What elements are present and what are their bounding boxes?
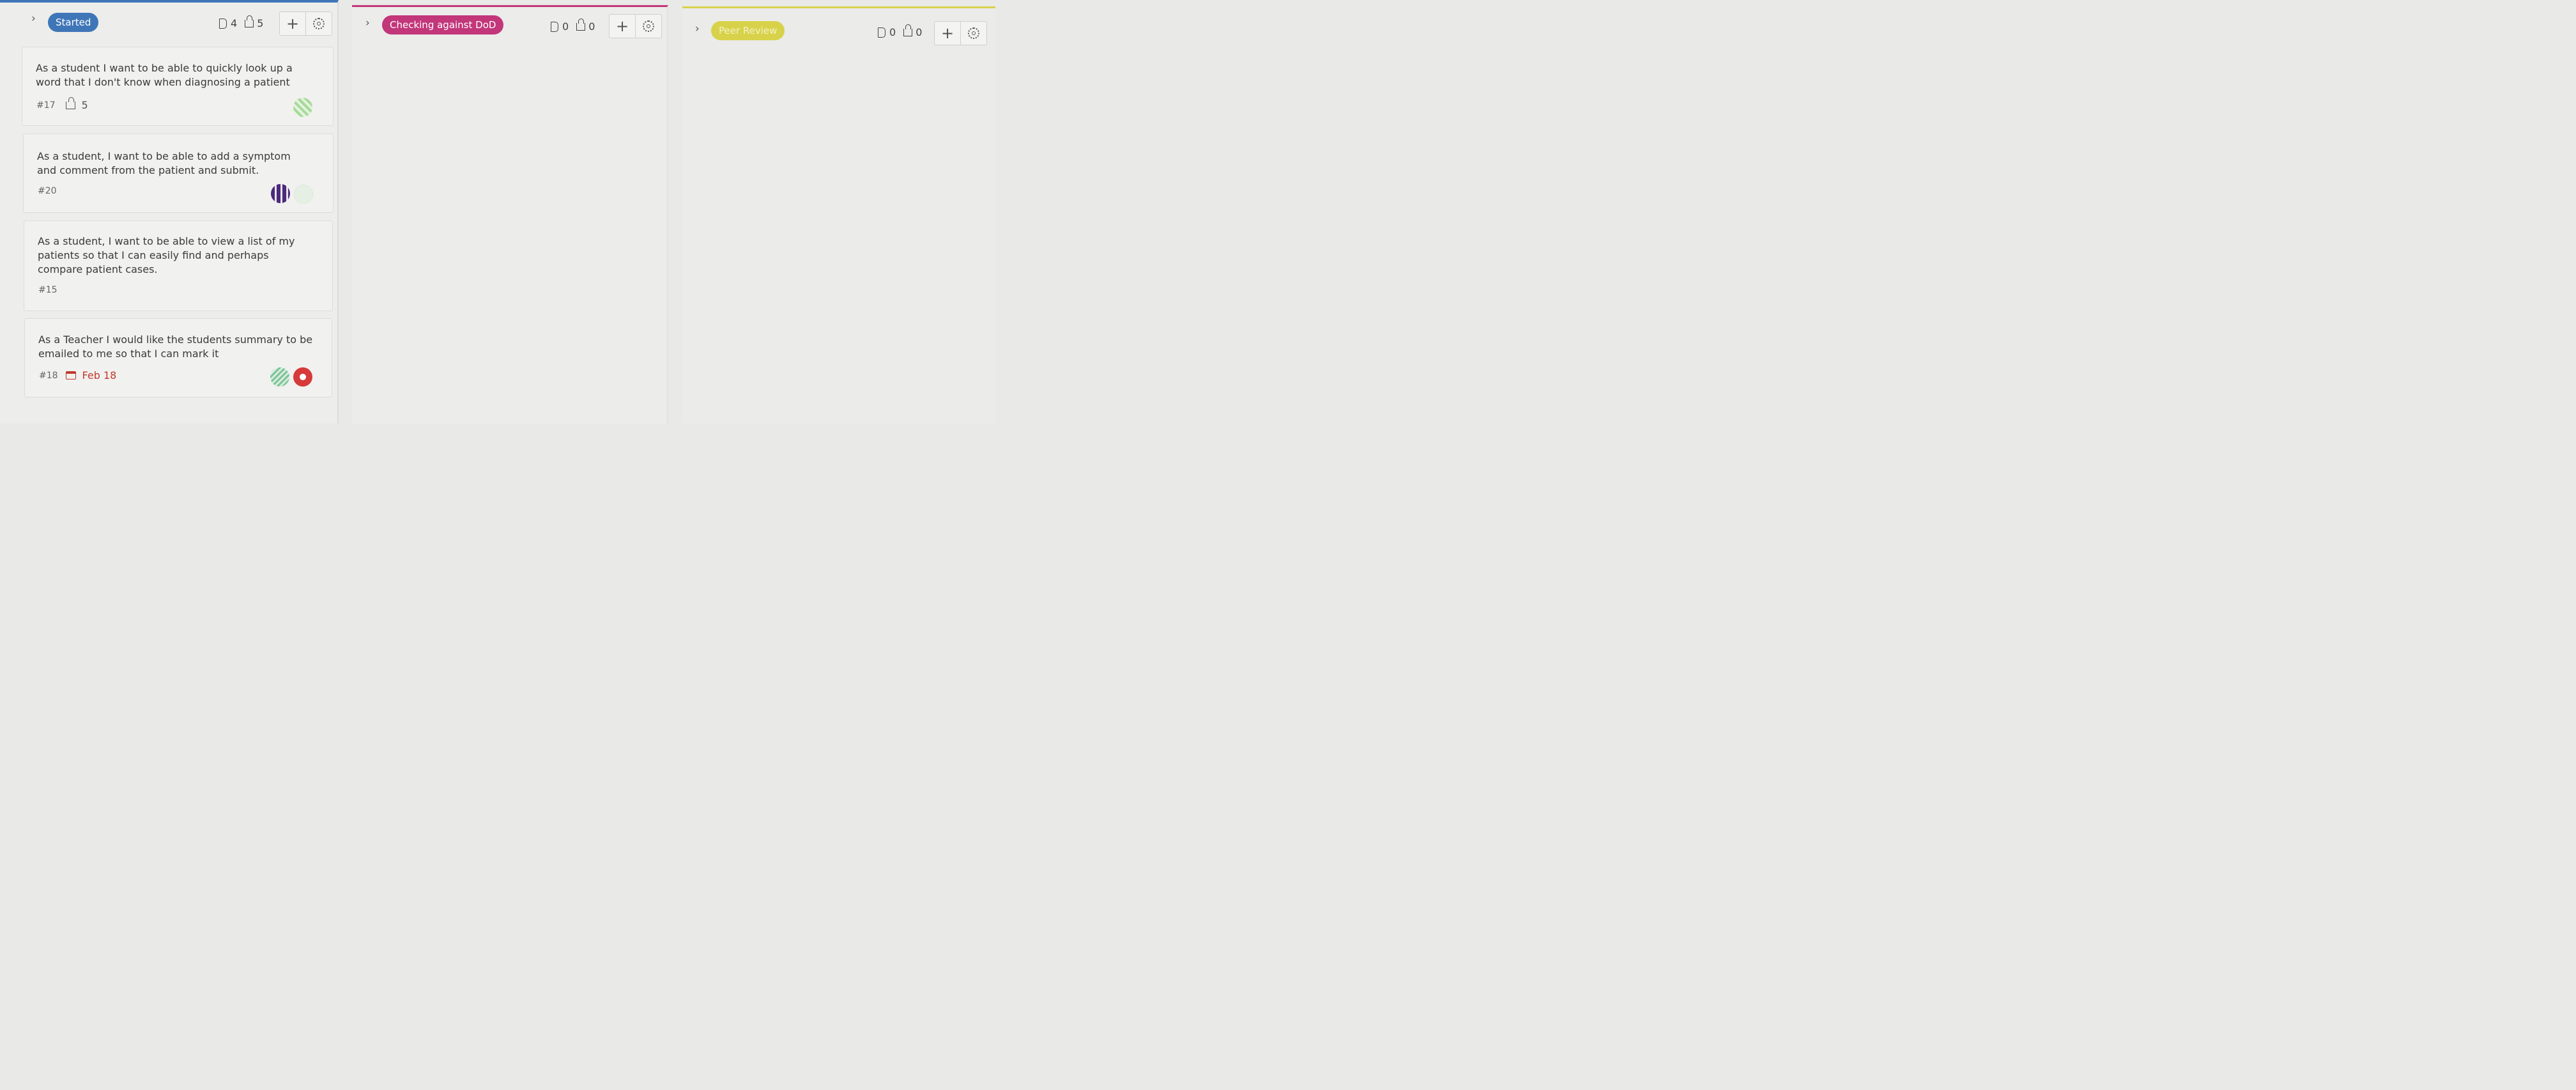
calendar-icon	[65, 371, 76, 380]
column-actions: +	[934, 21, 987, 45]
chevron-right-icon[interactable]: ›	[365, 17, 370, 29]
card-title[interactable]: As a Teacher I would like the students s…	[38, 333, 312, 361]
add-issue-button[interactable]: +	[935, 22, 960, 45]
card-meta: #17 5	[36, 96, 88, 111]
card-title-line: and comment from the patient and submit.	[37, 164, 259, 176]
gear-icon	[968, 27, 979, 39]
column-header: › Peer Review 0 0 +	[682, 8, 995, 45]
column-header: › Started 4 5 +	[0, 6, 337, 38]
card-meta: #18 Feb 18	[39, 369, 116, 381]
column-header: › Checking against DoD 0 0 +	[352, 7, 667, 39]
column-actions: +	[609, 14, 662, 38]
chevron-right-icon[interactable]: ›	[695, 22, 700, 35]
settings-button[interactable]	[305, 12, 332, 35]
settings-button[interactable]	[635, 15, 661, 38]
column-stats: 0 0	[551, 18, 595, 33]
issue-id: #18	[39, 370, 58, 381]
card-title-line: As a student I want to be able to quickl…	[36, 62, 293, 74]
card-count: 0	[889, 26, 896, 38]
column-started: › Started 4 5 + As a student I want to b…	[0, 0, 339, 424]
card-title[interactable]: As a student, I want to be able to add a…	[37, 150, 291, 178]
card-title[interactable]: As a student I want to be able to quickl…	[36, 61, 293, 89]
weight-icon	[245, 15, 254, 27]
card-title-line: word that I don't know when diagnosing a…	[36, 76, 290, 88]
weight-value: 5	[81, 99, 88, 111]
settings-button[interactable]	[960, 22, 986, 45]
assignee-avatar[interactable]	[294, 185, 313, 204]
status-badge[interactable]: Checking against DoD	[382, 15, 504, 35]
card-title-line: As a Teacher I would like the students s…	[38, 334, 313, 346]
weight-icon	[903, 24, 913, 36]
card-title[interactable]: As a student, I want to be able to view …	[38, 234, 295, 277]
issue-card[interactable]: As a student, I want to be able to add a…	[23, 134, 334, 213]
weight-total: 0	[916, 26, 923, 38]
column-actions: +	[279, 12, 332, 36]
column-stats: 0 0	[878, 24, 923, 38]
column-peer-review: › Peer Review 0 0 +	[682, 6, 995, 424]
assignee-avatar[interactable]	[271, 184, 290, 203]
card-title-line: patients so that I can easily find and p…	[38, 249, 269, 261]
card-meta: #20	[38, 186, 57, 196]
issue-icon	[219, 18, 227, 29]
card-meta: #15	[38, 285, 57, 295]
card-title-line: As a student, I want to be able to view …	[38, 235, 295, 247]
chevron-right-icon[interactable]: ›	[31, 12, 36, 25]
issue-card[interactable]: As a Teacher I would like the students s…	[24, 318, 332, 397]
weight-total: 5	[257, 17, 264, 29]
card-count: 4	[231, 17, 238, 29]
issue-id: #15	[38, 285, 57, 295]
weight-total: 0	[588, 20, 595, 33]
weight-icon	[576, 18, 586, 31]
add-issue-button[interactable]: +	[610, 15, 635, 38]
assignee-avatar[interactable]	[293, 367, 312, 387]
card-title-line: compare patient cases.	[38, 263, 158, 275]
due-date: Feb 18	[82, 369, 117, 381]
gear-icon	[313, 18, 325, 29]
card-title-line: As a student, I want to be able to add a…	[37, 150, 291, 162]
column-checking-against-dod: › Checking against DoD 0 0 +	[352, 5, 668, 424]
board: › Started 4 5 + As a student I want to b…	[0, 0, 1002, 424]
issue-card[interactable]: As a student I want to be able to quickl…	[22, 47, 334, 126]
assignee-avatar[interactable]	[293, 98, 312, 117]
issue-id: #20	[38, 186, 57, 196]
gear-icon	[643, 20, 654, 32]
status-badge[interactable]: Started	[48, 13, 99, 32]
column-stats: 4 5	[219, 15, 264, 29]
issue-icon	[551, 21, 558, 32]
issue-card[interactable]: As a student, I want to be able to view …	[24, 220, 333, 311]
weight-icon	[65, 96, 75, 109]
issue-id: #17	[36, 100, 56, 111]
status-badge[interactable]: Peer Review	[711, 21, 785, 40]
add-issue-button[interactable]: +	[280, 12, 305, 35]
issue-icon	[878, 27, 885, 38]
card-count: 0	[562, 20, 569, 33]
card-title-line: emailed to me so that I can mark it	[38, 348, 219, 360]
assignee-avatar[interactable]	[270, 367, 289, 387]
